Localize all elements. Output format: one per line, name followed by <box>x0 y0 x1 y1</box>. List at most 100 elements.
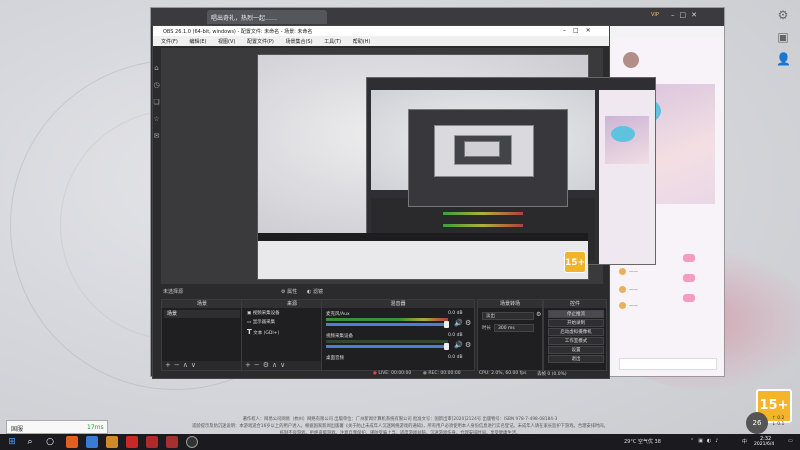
floating-counter[interactable]: 26 <box>746 412 768 434</box>
chat-row: —— <box>619 286 717 295</box>
scenes-dock: 场景 场景 +−∧∨ <box>161 299 243 371</box>
mixer-dock-title: 混音器 <box>322 300 474 308</box>
transitions-dock: 场景转场 淡出 时长 300 ms ⚙ <box>477 299 543 371</box>
transition-select[interactable]: 淡出 <box>482 312 534 320</box>
home-icon[interactable]: ⌂ <box>152 64 161 72</box>
chat-input[interactable] <box>619 358 717 370</box>
start-recording-button[interactable]: 开始录制 <box>548 319 604 327</box>
app-icon-game[interactable] <box>126 436 138 448</box>
obs-preview[interactable]: 15+ <box>161 48 656 284</box>
audio-meter <box>326 318 448 321</box>
mixer-db: 0.0 dB <box>448 311 463 316</box>
star-icon[interactable]: ☆ <box>152 115 161 123</box>
expand-icon[interactable]: ▣ <box>776 30 790 44</box>
mixer-dock: 混音器 麦克风/Aux 0.0 dB 🔊 ⚙ 视频采集设备 0.0 dB 🔊 ⚙… <box>321 299 475 371</box>
scenes-dock-title: 场景 <box>162 300 242 308</box>
right-side-icons: ⚙ ▣ 👤 <box>776 8 794 74</box>
layers-icon[interactable]: ❏ <box>152 98 161 106</box>
mixer-db: 0.0 dB <box>448 355 463 360</box>
app-icon-folder[interactable] <box>106 436 118 448</box>
menu-profile[interactable]: 配置文件(P) <box>247 39 274 45</box>
gear-icon[interactable]: ⚙ <box>465 341 471 349</box>
chat-icon[interactable]: ✉ <box>152 132 161 140</box>
filters-button[interactable]: ◐ 滤镜 <box>307 288 323 295</box>
gear-icon[interactable]: ⚙ <box>263 361 272 369</box>
menu-view[interactable]: 视图(V) <box>218 39 235 45</box>
exit-button[interactable]: 退出 <box>548 355 604 363</box>
volume-slider[interactable] <box>326 345 448 348</box>
task-view-icon[interactable]: ○ <box>44 436 56 448</box>
gift-tag <box>683 254 695 262</box>
menu-file[interactable]: 文件(F) <box>161 39 178 45</box>
virtual-camera-button[interactable]: 启动虚拟摄像机 <box>548 328 604 336</box>
controls-dock: 控件 停止推流 开始录制 启动虚拟摄像机 工作室模式 设置 退出 <box>543 299 607 371</box>
clock-date[interactable]: 2021/6/4 <box>754 442 774 447</box>
notification-icon[interactable]: ▭ <box>788 438 793 444</box>
volume-knob[interactable] <box>444 321 449 328</box>
captured-client-chat <box>599 90 655 264</box>
footer-line: 适龄提示及防沉迷说明：本游戏适合16岁以上的用户进入。根据国家新闻出版署《关于防… <box>192 424 608 429</box>
menu-edit[interactable]: 编辑(E) <box>189 39 206 45</box>
dropped-frames: 丢帧 0 (0.0%) <box>537 372 567 377</box>
mixer-channel-name: 麦克风/Aux <box>326 312 350 317</box>
window-controls[interactable]: –□✕ <box>671 11 702 19</box>
windows-start-icon[interactable]: ⊞ <box>6 436 18 448</box>
remove-icon[interactable]: − <box>174 361 183 369</box>
properties-button[interactable]: ⚙ 属性 <box>281 288 297 295</box>
tray-icons[interactable]: ⌃▣◐♪ <box>690 438 722 444</box>
add-icon[interactable]: + <box>165 361 174 369</box>
ime-indicator[interactable]: 中 <box>742 438 747 445</box>
live-client-tab[interactable]: 唱出奇礼，热烈一起…… <box>207 10 327 24</box>
search-icon[interactable]: ⌕ <box>24 436 36 448</box>
scene-item[interactable]: 场景 <box>164 310 240 318</box>
up-icon[interactable]: ∧ <box>183 361 191 369</box>
add-icon[interactable]: + <box>245 361 254 369</box>
down-icon[interactable]: ∨ <box>280 361 288 369</box>
gear-icon[interactable]: ⚙ <box>536 311 541 318</box>
app-icon-browser[interactable] <box>66 436 78 448</box>
mixer-channel-name: 视频采集设备 <box>326 334 353 339</box>
net-download: ↓ 0.1 <box>772 422 785 427</box>
no-source-label: 未选择源 <box>163 289 184 295</box>
anchor-avatar[interactable] <box>623 52 639 68</box>
menu-help[interactable]: 帮助(H) <box>353 39 371 45</box>
obs-menubar: 文件(F) 编辑(E) 视图(V) 配置文件(P) 场景集合(S) 工具(T) … <box>153 36 609 46</box>
app-icon-video[interactable] <box>146 436 158 448</box>
user-icon[interactable]: 👤 <box>776 52 791 66</box>
chat-row: —— <box>619 302 717 311</box>
menu-tools[interactable]: 工具(T) <box>324 39 341 45</box>
volume-knob[interactable] <box>444 343 449 350</box>
vip-label[interactable]: VIP <box>651 12 659 18</box>
app-icon-obs[interactable] <box>186 436 198 448</box>
speaker-icon[interactable]: 🔊 <box>454 319 463 327</box>
captured-desktop: 15+ <box>257 54 656 280</box>
obs-window-controls[interactable]: –□✕ <box>563 27 598 34</box>
rec-timer: ● REC: 00:00:00 <box>423 371 461 376</box>
settings-button[interactable]: 设置 <box>548 346 604 354</box>
duration-input[interactable]: 300 ms <box>494 324 534 332</box>
ping-box: 国服 17ms <box>6 420 108 434</box>
down-icon[interactable]: ∨ <box>191 361 199 369</box>
up-icon[interactable]: ∧ <box>272 361 280 369</box>
mixer-row: 麦克风/Aux 0.0 dB 🔊 ⚙ <box>324 311 472 331</box>
gear-icon[interactable]: ⚙ <box>776 8 790 22</box>
remove-icon[interactable]: − <box>254 361 263 369</box>
gear-icon[interactable]: ⚙ <box>465 319 471 327</box>
scenes-dock-toolbar: +−∧∨ <box>162 361 242 370</box>
captured-taskbar <box>258 233 588 241</box>
captured-obs-level6 <box>464 141 500 157</box>
weather-widget[interactable]: 29°C 空气优 38 <box>624 438 661 445</box>
studio-mode-button[interactable]: 工作室模式 <box>548 337 604 345</box>
app-icon-explorer[interactable] <box>86 436 98 448</box>
captured-footer <box>258 241 588 279</box>
volume-slider[interactable] <box>326 323 448 326</box>
menu-scene-collection[interactable]: 场景集合(S) <box>285 39 312 45</box>
taskbar: ⊞ ⌕ ○ 29°C 空气优 38 ⌃▣◐♪ 中 2:32 2021/6/4 ▭ <box>0 434 800 450</box>
cpu-fps: CPU: 2.0%, 60.00 fps <box>479 371 527 376</box>
chat-row: —— <box>619 268 717 277</box>
clock-icon[interactable]: ◷ <box>152 81 161 89</box>
captured-age-badge: 15+ <box>564 251 586 273</box>
stop-streaming-button[interactable]: 停止推流 <box>548 310 604 318</box>
app-icon-live[interactable] <box>166 436 178 448</box>
speaker-icon[interactable]: 🔊 <box>454 341 463 349</box>
